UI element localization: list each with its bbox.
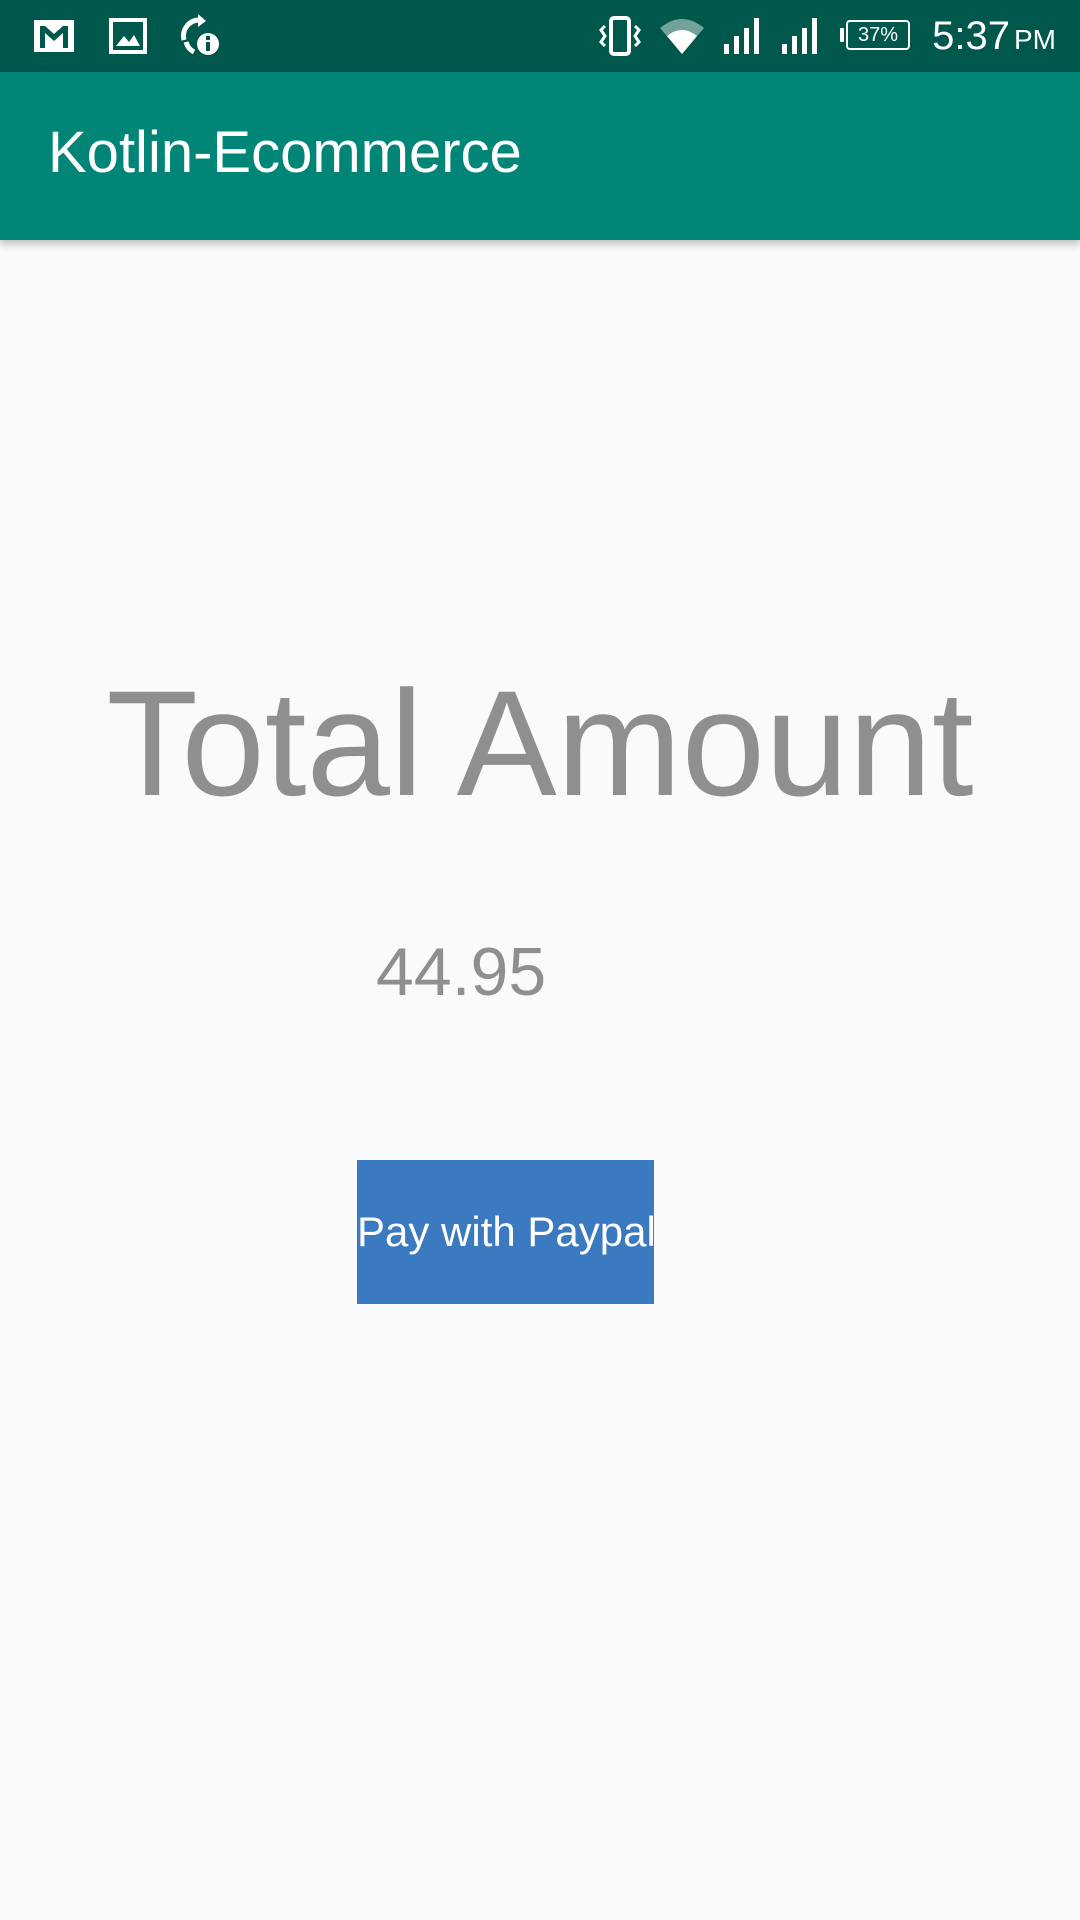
app-title: Kotlin-Ecommerce xyxy=(48,120,522,185)
status-bar: 37% 5:37 PM xyxy=(0,0,1080,72)
sync-info-icon xyxy=(176,14,224,58)
total-amount-label: Total Amount xyxy=(106,659,974,827)
clock: 5:37 PM xyxy=(932,12,1056,60)
total-amount-value: 44.95 xyxy=(376,934,547,1010)
battery-icon xyxy=(840,28,844,42)
clock-time: 5:37 xyxy=(932,14,1010,58)
signal-icon xyxy=(778,14,822,58)
signal-icon xyxy=(720,14,764,58)
pay-with-paypal-button[interactable]: Pay with Paypal xyxy=(357,1160,654,1304)
wifi-icon xyxy=(658,14,706,58)
battery-percent: 37% xyxy=(846,20,910,50)
gmail-icon xyxy=(32,14,76,58)
app-bar: Kotlin-Ecommerce xyxy=(0,72,1080,240)
vibrate-icon xyxy=(598,14,642,58)
clock-ampm: PM xyxy=(1014,24,1056,55)
gallery-icon xyxy=(106,14,150,58)
